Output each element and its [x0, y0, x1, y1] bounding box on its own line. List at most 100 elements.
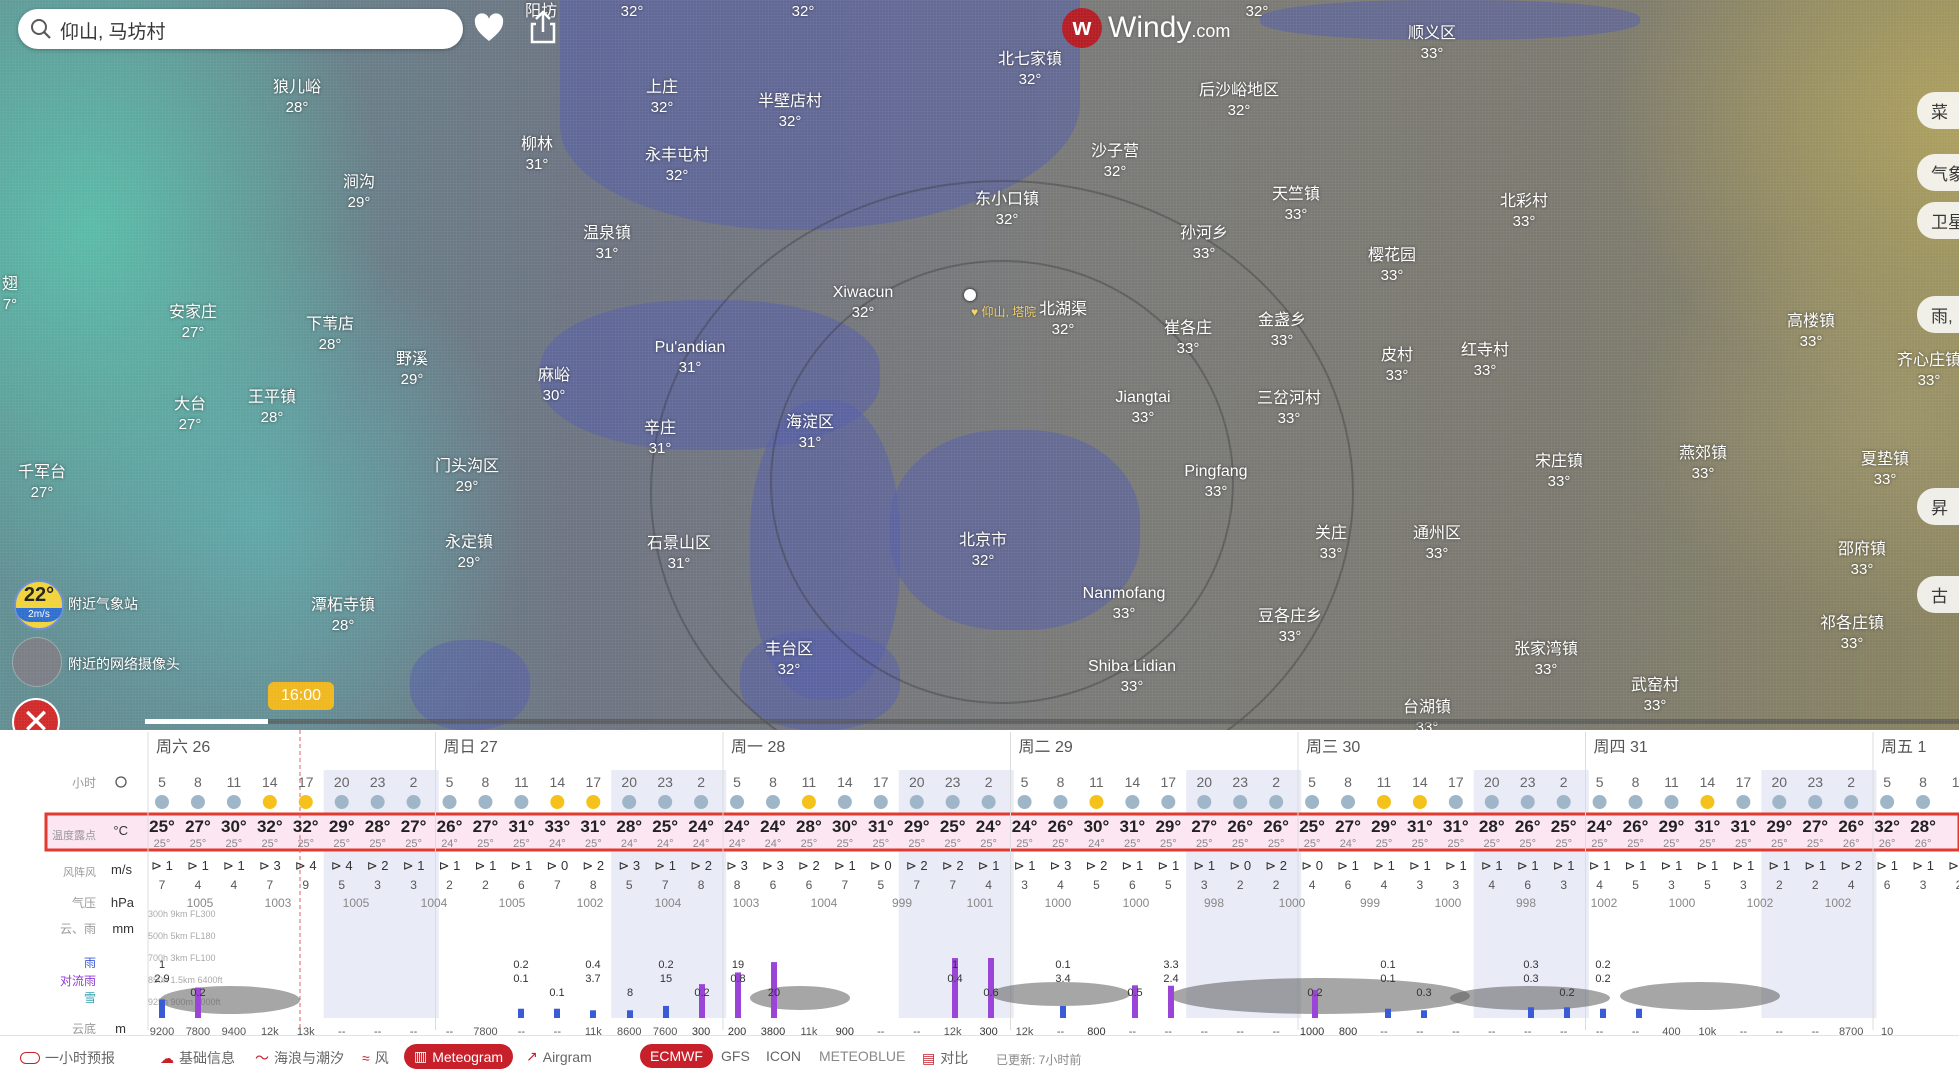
side-button-more[interactable]: 古 [1917, 576, 1959, 613]
pressure-value: 1004 [421, 896, 448, 910]
city-temperature: 33° [1131, 409, 1155, 426]
map-city-label: 王平镇 28° [248, 388, 296, 428]
map-city-label: 崔各庄 33° [1164, 319, 1212, 359]
map-city-label: 三岔河村 33° [1257, 389, 1321, 429]
temperature-value: 28° [796, 817, 822, 836]
precipitation-bar [1168, 985, 1174, 1018]
city-temperature: 32° [791, 3, 815, 20]
city-name: 王平镇 [247, 389, 297, 406]
model-meteoblue[interactable]: METEOBLUE [819, 1048, 905, 1064]
cloudbase-value: -- [518, 1026, 526, 1035]
wind-value: ⊳ 0 [546, 858, 568, 873]
temperature-value: 31° [1731, 817, 1757, 836]
side-button-weather[interactable]: 气象 [1917, 154, 1959, 191]
day-label[interactable]: 周五 1 [1881, 739, 1926, 756]
dewpoint-value: 26° [1843, 838, 1860, 850]
precipitation-label: 0.2 [1307, 987, 1322, 999]
pressure-value: 1000 [1045, 896, 1072, 910]
tab-airgram[interactable]: ↗ Airgram [526, 1048, 592, 1065]
dewpoint-value: 25° [837, 838, 854, 850]
gust-value: 8 [698, 878, 705, 892]
meteogram-table[interactable]: 周六 26 周日 27 周一 28 周二 29 周三 30 周四 31 周五 1 小时温度露点… [0, 730, 1959, 1038]
gust-value: 4 [195, 878, 202, 892]
share-icon[interactable] [528, 10, 558, 44]
compare-button[interactable]: ▤ 对比 [922, 1048, 968, 1068]
side-button-menu[interactable]: 菜 [1917, 92, 1959, 129]
temperature-value: 25° [149, 817, 175, 836]
timeline-time-pill[interactable]: 16:00 [268, 682, 334, 710]
tab-meteogram[interactable]: ▥ Meteogram [404, 1044, 514, 1069]
favorite-location[interactable]: ♥ 仰山, 塔院 [971, 303, 1036, 320]
day-label[interactable]: 周二 29 [1019, 739, 1073, 756]
hour-label: 23 [1807, 774, 1823, 790]
dewpoint-value: 25° [333, 838, 350, 850]
city-name: 潭柘寺镇 [310, 597, 376, 614]
tab-waves[interactable]: 〜海浪与潮汐 [255, 1048, 344, 1068]
webcam-label[interactable]: 附近的网络摄像头 [68, 654, 180, 674]
gust-value: 3 [1920, 878, 1927, 892]
search-input[interactable] [58, 15, 452, 45]
cloud-icon [1772, 795, 1787, 809]
city-name: 红寺村 [1460, 342, 1510, 359]
wind-value: ⊳ 1 [475, 858, 497, 873]
cloudbase-value: 9400 [222, 1026, 246, 1035]
wind-value: ⊳ 1 [187, 858, 209, 873]
city-temperature: 32° [1018, 71, 1042, 88]
side-button-extra[interactable]: 昇 [1917, 488, 1959, 525]
day-label[interactable]: 周六 26 [156, 738, 210, 756]
windy-logo[interactable]: w Windy.com [1062, 8, 1230, 48]
station-temp: 22° [23, 584, 55, 606]
hour-label: 20 [1484, 774, 1500, 790]
model-ecmwf[interactable]: ECMWF [640, 1044, 713, 1068]
side-button-rain[interactable]: 雨, [1917, 296, 1959, 333]
cloud-icon [1017, 795, 1032, 809]
timeline-bar[interactable] [145, 719, 1959, 724]
meteogram-panel[interactable]: 周六 26 周日 27 周一 28 周二 29 周三 30 周四 31 周五 1 小时 温度露点… [0, 730, 1959, 1038]
temperature-value: 25° [1299, 817, 1325, 836]
dewpoint-value: 24° [765, 838, 782, 850]
temperature-value: 25° [1551, 817, 1577, 836]
day-label[interactable]: 周日 27 [444, 739, 498, 756]
cloudbase-value: -- [1380, 1026, 1388, 1035]
nearby-station-badge[interactable]: 22° 2m/s [14, 580, 64, 630]
gust-value: 9 [302, 878, 309, 892]
model-icon[interactable]: ICON [766, 1048, 801, 1064]
tab-wind[interactable]: ≈ 风 [362, 1048, 389, 1068]
close-icon[interactable]: ✕ [12, 698, 60, 730]
cloud-level-label: 500h 5km FL180 [148, 931, 216, 941]
weather-map[interactable]: 阳坊 32° 32° 32° 顺义区 33° 狼儿峪 28° 上庄 32° 半壁店村 32° 北七家镇 3… [0, 0, 1959, 730]
nearby-station-label[interactable]: 附近气象站 [68, 594, 138, 614]
tab-basic[interactable]: ☁ 基础信息 [160, 1048, 235, 1068]
pressure-value: 998 [1204, 896, 1224, 910]
day-label[interactable]: 周四 31 [1594, 739, 1648, 756]
hourly-toggle[interactable]: 一小时预报 [20, 1048, 115, 1068]
row-unit-pressure: hPa [111, 895, 135, 910]
model-gfs[interactable]: GFS [721, 1048, 750, 1064]
map-city-label: Jiangtai 33° [1115, 388, 1170, 428]
precipitation-label: 0.2 [1559, 987, 1574, 999]
cloudbase-value: 12k [1016, 1026, 1034, 1035]
dewpoint-value: 25° [1016, 838, 1033, 850]
city-name: 祁各庄镇 [1819, 615, 1885, 632]
cloud-cover-blob [1450, 986, 1610, 1010]
dewpoint-value: 25° [190, 838, 207, 850]
city-temperature: 33° [1840, 635, 1864, 652]
city-name: Jiangtai [1115, 389, 1171, 406]
webcam-thumbnail[interactable] [12, 637, 62, 687]
city-name: 后沙峪地区 [1198, 82, 1280, 99]
dewpoint-value: 25° [1699, 838, 1716, 850]
cloudbase-value: 1000 [1300, 1026, 1324, 1035]
hour-label: 8 [482, 774, 490, 790]
cloudbase-value: -- [1237, 1026, 1245, 1035]
search-box[interactable] [18, 9, 463, 49]
wind-value: ⊳ 1 [1481, 858, 1503, 873]
location-marker[interactable] [964, 289, 976, 301]
dewpoint-value: 25° [1304, 838, 1321, 850]
gust-value: 3 [1021, 878, 1028, 892]
city-temperature: 33° [1917, 372, 1941, 389]
heart-icon[interactable] [473, 13, 505, 43]
day-label[interactable]: 周三 30 [1306, 739, 1360, 756]
map-city-label: 永定镇 29° [445, 533, 493, 573]
day-label[interactable]: 周一 28 [731, 739, 785, 756]
side-button-satellite[interactable]: 卫星 [1917, 202, 1959, 239]
